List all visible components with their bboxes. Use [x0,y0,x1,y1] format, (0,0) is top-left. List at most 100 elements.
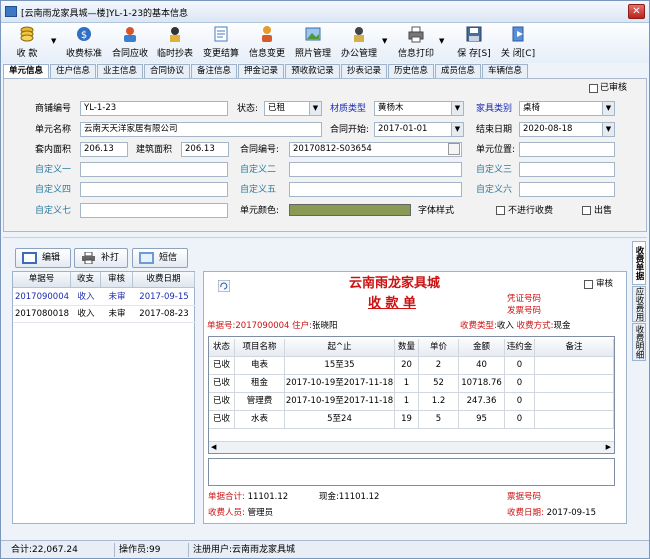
info-change-button[interactable]: 信息变更 [246,25,288,61]
chevron-down-icon: ▼ [602,102,614,115]
title-bar: [云南雨龙家具城—楼]YL-1-23的基本信息 ✕ [1,1,649,23]
table-cell: 0 [505,357,535,375]
tab-prepayment[interactable]: 预收款记录 [285,64,340,78]
tab-resident-info[interactable]: 住户信息 [50,64,96,78]
list-header-date[interactable]: 收费日期 [133,272,195,288]
cash-value: 11101.12 [338,492,380,502]
list-header-type[interactable]: 收支 [71,272,101,288]
edit-icon [22,252,37,264]
list-header-review[interactable]: 审核 [101,272,133,288]
chevron-down-icon[interactable]: ▼ [439,37,444,45]
status-select[interactable]: 已租 ▼ [264,101,322,116]
custom6-field[interactable] [519,182,615,197]
collect-payment-button[interactable]: 收 款 [7,25,47,61]
fee-standard-button[interactable]: $ 收费标准 [63,25,105,61]
furniture-select[interactable]: 桌椅 ▼ [519,101,615,116]
custom1-label: 自定义一 [35,165,72,175]
temp-meter-button[interactable]: 临时抄表 [154,25,196,61]
refresh-icon[interactable] [218,280,230,292]
close-button[interactable]: 关 闭[C] [497,25,539,61]
contract-receivable-button[interactable]: 合同应收 [109,25,151,61]
receipt-panel: 云南雨龙家具城 收 款 单 审核 凭证号码 发票号码 单据号:201709000… [203,271,627,524]
total-label: 单据合计: [208,492,245,502]
custom7-field[interactable] [80,203,228,218]
side-tab-details[interactable]: 收费明细 [632,323,646,361]
table-cell: 0 [505,393,535,411]
custom3-label: 自定义三 [476,165,513,175]
fee-date-value: 2017-09-15 [546,508,596,518]
chevron-down-icon[interactable]: ▼ [382,37,387,45]
save-button[interactable]: 保 存[S] [453,25,495,61]
chevron-down-icon: ▼ [602,123,614,136]
side-tab-receivables[interactable]: 应收费用 [632,286,646,322]
status-operator: 操作员:99 [115,543,189,557]
browse-icon[interactable] [448,143,460,155]
tab-unit-info[interactable]: 单元信息 [3,64,49,79]
reviewed-checkbox[interactable] [589,84,598,93]
column-header[interactable]: 起^止 [285,339,395,357]
tab-deposit[interactable]: 押金记录 [238,64,284,78]
column-header[interactable]: 项目名称 [235,339,285,357]
doc-no-value: 2017090004 [235,321,290,331]
edit-button[interactable]: 编辑 [15,248,71,268]
scroll-left-icon[interactable]: ◀ [211,443,216,451]
side-tab-receipts[interactable]: 收费单据 [632,241,646,285]
horizontal-scrollbar[interactable]: ◀ ▶ [209,441,614,453]
tab-notes[interactable]: 备注信息 [191,64,237,78]
tab-members[interactable]: 成员信息 [435,64,481,78]
scroll-right-icon[interactable]: ▶ [606,443,611,451]
table-cell: 0 [505,411,535,429]
inner-area-field[interactable]: 206.13 [80,142,128,157]
notes-area[interactable] [208,458,615,486]
unit-name-label: 单元名称 [35,125,72,135]
sms-button[interactable]: 短信 [132,248,188,268]
sale-checkbox[interactable] [582,206,591,215]
custom1-field[interactable] [80,162,228,177]
tab-meter-records[interactable]: 抄表记录 [341,64,387,78]
tab-history[interactable]: 历史信息 [388,64,434,78]
list-header-doc-no[interactable]: 单据号 [13,272,71,288]
column-header[interactable]: 金额 [459,339,505,357]
tab-contract[interactable]: 合同协议 [144,64,190,78]
unit-color-swatch[interactable] [289,204,411,216]
main-window: [云南雨龙家具城—楼]YL-1-23的基本信息 ✕ 收 款 ▼ $ 收费标准 合… [0,0,650,559]
office-manage-button[interactable]: 办公管理 [338,25,380,61]
material-select[interactable]: 黄杨木 ▼ [374,101,464,116]
custom4-field[interactable] [80,182,228,197]
receipt-reviewed-checkbox[interactable] [584,280,593,289]
column-header[interactable]: 单价 [419,339,459,357]
status-total: 合计:22,067.24 [7,543,115,557]
close-window-button[interactable]: ✕ [628,4,645,19]
column-header[interactable]: 数量 [395,339,419,357]
unit-name-field[interactable]: 云南天天洋家居有限公司 [80,122,322,137]
table-cell: 95 [459,411,505,429]
table-cell [535,357,614,375]
contract-start-picker[interactable]: 2017-01-01 ▼ [374,122,464,137]
column-header[interactable]: 状态 [209,339,235,357]
receipt-items-table: 状态 项目名称 起^止 数量 单价 金额 违约金 备注 已收 电表 15至35 … [208,336,615,454]
status-label: 状态: [237,104,259,114]
no-fee-checkbox[interactable] [496,206,505,215]
change-settlement-button[interactable]: 变更结算 [200,25,242,61]
photo-manage-button[interactable]: 照片管理 [292,25,334,61]
end-date-picker[interactable]: 2020-08-18 ▼ [519,122,615,137]
contract-no-field[interactable]: 20170812-S03654 [289,142,462,157]
column-header[interactable]: 备注 [535,339,614,357]
divider [3,237,647,238]
unit-pos-field[interactable] [519,142,615,157]
receipt-company: 云南雨龙家具城 [349,276,441,291]
build-area-field[interactable]: 206.13 [181,142,229,157]
shop-no-field[interactable]: YL-1-23 [80,101,228,116]
column-header[interactable]: 违约金 [505,339,535,357]
info-print-button[interactable]: 信息打印 [395,25,437,61]
custom5-field[interactable] [289,182,462,197]
table-cell [535,375,614,393]
tab-owner-info[interactable]: 业主信息 [97,64,143,78]
font-style-label[interactable]: 字体样式 [418,205,454,217]
inner-area-label: 套内面积 [35,145,72,155]
reprint-button[interactable]: 补打 [74,248,128,268]
tab-vehicles[interactable]: 车辆信息 [482,64,528,78]
chevron-down-icon[interactable]: ▼ [51,37,56,45]
custom3-field[interactable] [519,162,615,177]
custom2-field[interactable] [289,162,462,177]
